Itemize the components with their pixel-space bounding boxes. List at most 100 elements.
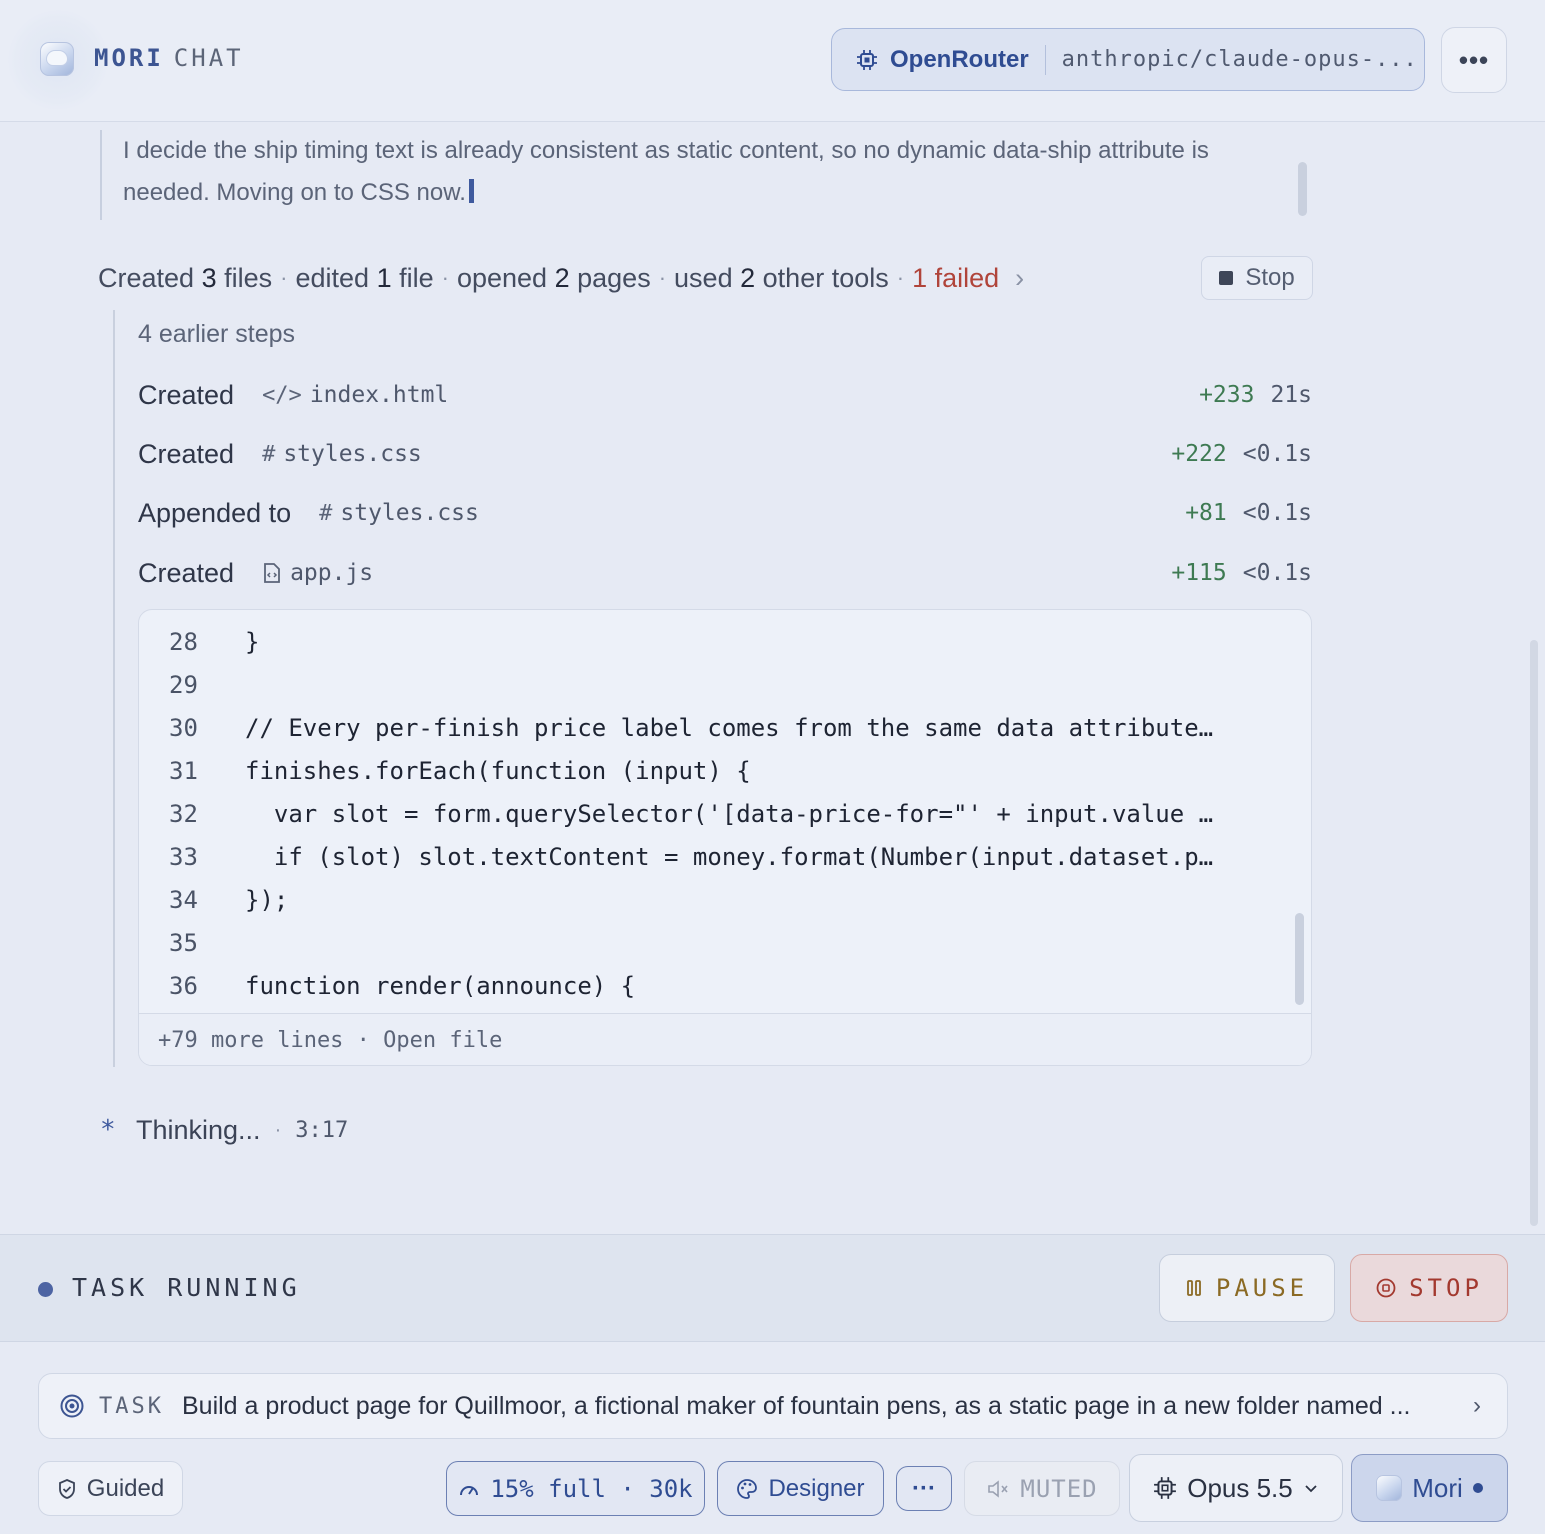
speaker-muted-icon bbox=[988, 1479, 1008, 1498]
guided-mode-button[interactable]: Guided bbox=[38, 1461, 183, 1516]
line-number: 29 bbox=[169, 670, 198, 699]
separator-dot: · bbox=[896, 265, 905, 290]
stop-tool-label: Stop bbox=[1245, 264, 1295, 291]
line-content: var slot = form.querySelector('[data-pri… bbox=[245, 799, 1214, 828]
step-file[interactable]: # styles.css bbox=[262, 441, 422, 467]
palette-icon bbox=[737, 1478, 758, 1499]
activity-summary[interactable]: Created 3 files · edited 1 file · opened… bbox=[98, 258, 1098, 298]
thought-text: I decide the ship timing text is already… bbox=[123, 137, 1209, 206]
code-line: 31 finishes.forEach(function (input) { bbox=[139, 749, 1269, 792]
chevron-right-icon: › bbox=[1015, 262, 1025, 293]
designer-mode-button[interactable]: Designer bbox=[717, 1461, 884, 1516]
line-number: 31 bbox=[169, 756, 198, 785]
thinking-label: Thinking... bbox=[136, 1114, 261, 1145]
line-number: 33 bbox=[169, 842, 198, 871]
more-options-button[interactable]: ··· bbox=[896, 1466, 952, 1511]
more-menu-button[interactable]: ••• bbox=[1441, 27, 1507, 93]
code-lines: 28} 29 30 // Every per-finish price label… bbox=[139, 620, 1269, 1007]
task-description-row[interactable]: TASK Build a product page for Quillmoor,… bbox=[38, 1373, 1508, 1439]
summary-edited-count: 1 bbox=[376, 262, 392, 293]
task-label: TASK bbox=[99, 1393, 164, 1419]
task-running-bar: TASK RUNNING PAUSE STOP bbox=[0, 1234, 1545, 1342]
step-duration: <0.1s bbox=[1242, 441, 1312, 467]
code-line: 36 function render(announce) { bbox=[139, 964, 1269, 1007]
step-verb: Created bbox=[138, 557, 235, 588]
app-title: MORI CHAT bbox=[94, 44, 244, 72]
mute-toggle[interactable]: MUTED bbox=[964, 1461, 1120, 1516]
line-number: 35 bbox=[169, 928, 198, 957]
task-running-label: TASK RUNNING bbox=[72, 1273, 301, 1302]
step-verb: Created bbox=[138, 438, 235, 469]
hash-file-icon: # bbox=[262, 441, 276, 467]
line-number: 34 bbox=[169, 885, 198, 914]
thought-quote: I decide the ship timing text is already… bbox=[100, 130, 1310, 220]
agent-selector[interactable]: Mori bbox=[1351, 1454, 1508, 1522]
step-file[interactable]: # styles.css bbox=[319, 500, 479, 526]
gauge-icon bbox=[460, 1485, 479, 1495]
brand-secondary: CHAT bbox=[173, 44, 244, 72]
step-lines-added: +233 bbox=[1199, 382, 1255, 408]
line-content: // Every per-finish price label comes fr… bbox=[245, 713, 1214, 742]
step-file-name: styles.css bbox=[283, 441, 422, 467]
guided-label: Guided bbox=[86, 1474, 165, 1502]
separator-dot: · bbox=[658, 265, 667, 290]
code-scrollbar[interactable] bbox=[1295, 913, 1304, 1005]
step-meta: +222 <0.1s bbox=[1171, 441, 1312, 467]
open-file-link[interactable]: +79 more lines · Open file bbox=[139, 1013, 1311, 1065]
agent-status-dot bbox=[1472, 1483, 1483, 1493]
more-dots-icon: ··· bbox=[912, 1474, 936, 1502]
code-line: 33 if (slot) slot.textContent = money.fo… bbox=[139, 835, 1269, 878]
summary-opened-word: pages bbox=[577, 262, 651, 293]
step-row[interactable]: Created </> index.html +233 21s bbox=[138, 375, 1312, 415]
step-row[interactable]: Appended to # styles.css +81 <0.1s bbox=[138, 493, 1312, 533]
summary-used-count: 2 bbox=[740, 262, 756, 293]
thought-scrollbar[interactable] bbox=[1298, 162, 1307, 216]
line-content: }); bbox=[245, 885, 289, 914]
line-content: } bbox=[245, 627, 260, 656]
context-usage-button[interactable]: 15% full · 30k bbox=[446, 1461, 705, 1516]
code-preview[interactable]: 28} 29 30 // Every per-finish price label… bbox=[138, 609, 1312, 1066]
hash-file-icon: # bbox=[319, 500, 333, 526]
designer-label: Designer bbox=[768, 1474, 865, 1502]
spinner-asterisk-icon: * bbox=[100, 1115, 116, 1145]
step-meta: +81 <0.1s bbox=[1185, 500, 1312, 526]
steps-timeline-line bbox=[113, 310, 115, 1067]
typing-caret bbox=[468, 179, 474, 203]
pause-icon bbox=[1186, 1280, 1201, 1296]
separator-dot: · bbox=[280, 265, 288, 290]
code-file-icon: </> bbox=[262, 382, 302, 408]
stop-task-button[interactable]: STOP bbox=[1350, 1254, 1508, 1322]
step-lines-added: +81 bbox=[1185, 500, 1227, 526]
step-duration: 21s bbox=[1270, 382, 1312, 408]
pause-button[interactable]: PAUSE bbox=[1159, 1254, 1335, 1322]
code-line: 35 bbox=[139, 921, 1269, 964]
provider-name: OpenRouter bbox=[890, 45, 1029, 73]
js-file-icon bbox=[264, 563, 280, 583]
line-content: function render(announce) { bbox=[245, 971, 636, 1000]
chat-scrollbar[interactable] bbox=[1530, 640, 1538, 1226]
stop-task-label: STOP bbox=[1409, 1274, 1483, 1302]
step-verb: Created bbox=[138, 379, 235, 410]
model-label: Opus 5.5 bbox=[1187, 1472, 1293, 1503]
stop-circle-icon bbox=[1376, 1278, 1396, 1298]
summary-created-word: files bbox=[224, 262, 273, 293]
code-line: 29 bbox=[139, 663, 1269, 706]
chip-icon bbox=[1154, 1477, 1177, 1499]
step-duration: <0.1s bbox=[1242, 560, 1312, 586]
summary-used-label: used bbox=[674, 262, 733, 293]
step-file[interactable]: app.js bbox=[262, 560, 373, 586]
chevron-right-icon: › bbox=[1473, 1392, 1481, 1419]
model-selector[interactable]: Opus 5.5 bbox=[1129, 1454, 1343, 1522]
step-file-name: app.js bbox=[290, 560, 374, 586]
step-lines-added: +222 bbox=[1171, 441, 1227, 467]
model-provider-selector[interactable]: OpenRouter anthropic/claude-opus-... bbox=[831, 28, 1425, 91]
summary-opened-count: 2 bbox=[554, 262, 570, 293]
stop-tool-button[interactable]: Stop bbox=[1201, 256, 1313, 300]
earlier-steps-toggle[interactable]: 4 earlier steps bbox=[138, 320, 295, 349]
line-content: finishes.forEach(function (input) { bbox=[245, 756, 751, 785]
step-file[interactable]: </> index.html bbox=[262, 382, 448, 408]
step-row[interactable]: Created app.js +115 <0.1s bbox=[138, 553, 1312, 593]
separator-dot: · bbox=[274, 1118, 282, 1141]
step-row[interactable]: Created # styles.css +222 <0.1s bbox=[138, 434, 1312, 474]
step-file-name: index.html bbox=[309, 382, 449, 408]
